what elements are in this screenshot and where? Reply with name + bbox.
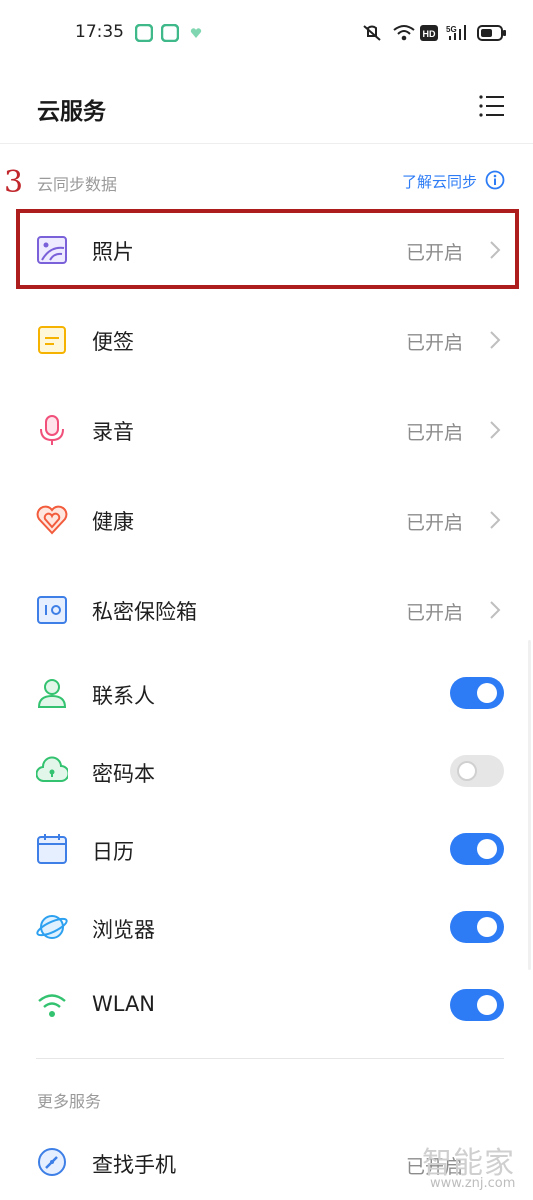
password-book-toggle[interactable] bbox=[450, 755, 504, 787]
toggle-label: 日历 bbox=[92, 840, 134, 864]
contacts-toggle[interactable] bbox=[450, 677, 504, 709]
section-label-more: 更多服务 bbox=[37, 1092, 102, 1111]
sync-item-notes[interactable]: 便签 已开启 bbox=[0, 300, 533, 380]
microphone-icon bbox=[40, 415, 64, 445]
cloud-lock-icon bbox=[36, 756, 68, 782]
sync-item-status: 已开启 bbox=[406, 422, 464, 444]
sync-item-label: 便签 bbox=[92, 330, 134, 354]
section-label-sync: 云同步数据 bbox=[37, 175, 118, 194]
5g-signal-icon: 5G bbox=[446, 25, 466, 40]
sync-toggle-password-book: 密码本 bbox=[0, 738, 533, 804]
toggle-label: WLAN bbox=[92, 992, 156, 1016]
hd-icon: HD bbox=[420, 25, 438, 41]
battery-icon bbox=[477, 25, 506, 41]
calendar-icon bbox=[37, 834, 67, 864]
compass-icon bbox=[38, 1148, 66, 1176]
chevron-right-icon bbox=[490, 511, 501, 529]
toggle-label: 联系人 bbox=[92, 684, 155, 708]
app-notification-icon bbox=[161, 24, 179, 42]
svg-text:HD: HD bbox=[423, 29, 436, 39]
more-item-label: 查找手机 bbox=[92, 1153, 176, 1177]
sync-toggle-calendar: 日历 bbox=[0, 816, 533, 882]
sync-item-label: 录音 bbox=[92, 420, 134, 444]
section-divider bbox=[36, 1058, 504, 1059]
list-menu-icon[interactable] bbox=[478, 94, 506, 118]
sync-toggle-browser: 浏览器 bbox=[0, 894, 533, 960]
toggle-label: 密码本 bbox=[92, 762, 155, 786]
wifi-icon bbox=[393, 25, 415, 41]
learn-cloud-sync-link[interactable]: 了解云同步 bbox=[402, 171, 477, 192]
browser-toggle[interactable] bbox=[450, 911, 504, 943]
watermark-url: www.znj.com bbox=[430, 1176, 516, 1191]
header-divider bbox=[0, 143, 533, 144]
wlan-icon bbox=[38, 994, 66, 1017]
note-icon bbox=[38, 326, 66, 354]
chevron-right-icon bbox=[490, 601, 501, 619]
sync-item-health[interactable]: 健康 已开启 bbox=[0, 480, 533, 560]
mute-vibrate-icon bbox=[363, 25, 381, 41]
sync-toggle-contacts: 联系人 bbox=[0, 660, 533, 726]
calendar-toggle[interactable] bbox=[450, 833, 504, 865]
sync-item-private-safe[interactable]: 私密保险箱 已开启 bbox=[0, 570, 533, 650]
heart-small-icon bbox=[190, 28, 202, 38]
highlight-box bbox=[16, 209, 519, 289]
info-icon[interactable] bbox=[485, 170, 505, 190]
sync-toggle-wlan: WLAN bbox=[0, 972, 533, 1038]
sync-item-status: 已开启 bbox=[406, 602, 464, 624]
toggle-label: 浏览器 bbox=[92, 918, 155, 942]
status-time: 17:35 bbox=[75, 22, 124, 42]
sync-item-status: 已开启 bbox=[406, 332, 464, 354]
app-notification-icon bbox=[135, 24, 153, 42]
planet-icon bbox=[36, 915, 68, 939]
sync-item-label: 私密保险箱 bbox=[92, 600, 197, 624]
sync-item-recordings[interactable]: 录音 已开启 bbox=[0, 390, 533, 470]
heart-icon bbox=[36, 505, 68, 535]
wlan-toggle[interactable] bbox=[450, 989, 504, 1021]
contact-icon bbox=[37, 679, 67, 708]
svg-text:5G: 5G bbox=[446, 25, 457, 34]
chevron-right-icon bbox=[490, 331, 501, 349]
step-annotation: 3 bbox=[4, 165, 24, 200]
safe-icon bbox=[37, 596, 67, 624]
scrollbar[interactable] bbox=[528, 640, 531, 970]
page-title: 云服务 bbox=[37, 99, 106, 125]
chevron-right-icon bbox=[490, 421, 501, 439]
sync-item-label: 健康 bbox=[92, 510, 134, 534]
sync-item-status: 已开启 bbox=[406, 512, 464, 534]
